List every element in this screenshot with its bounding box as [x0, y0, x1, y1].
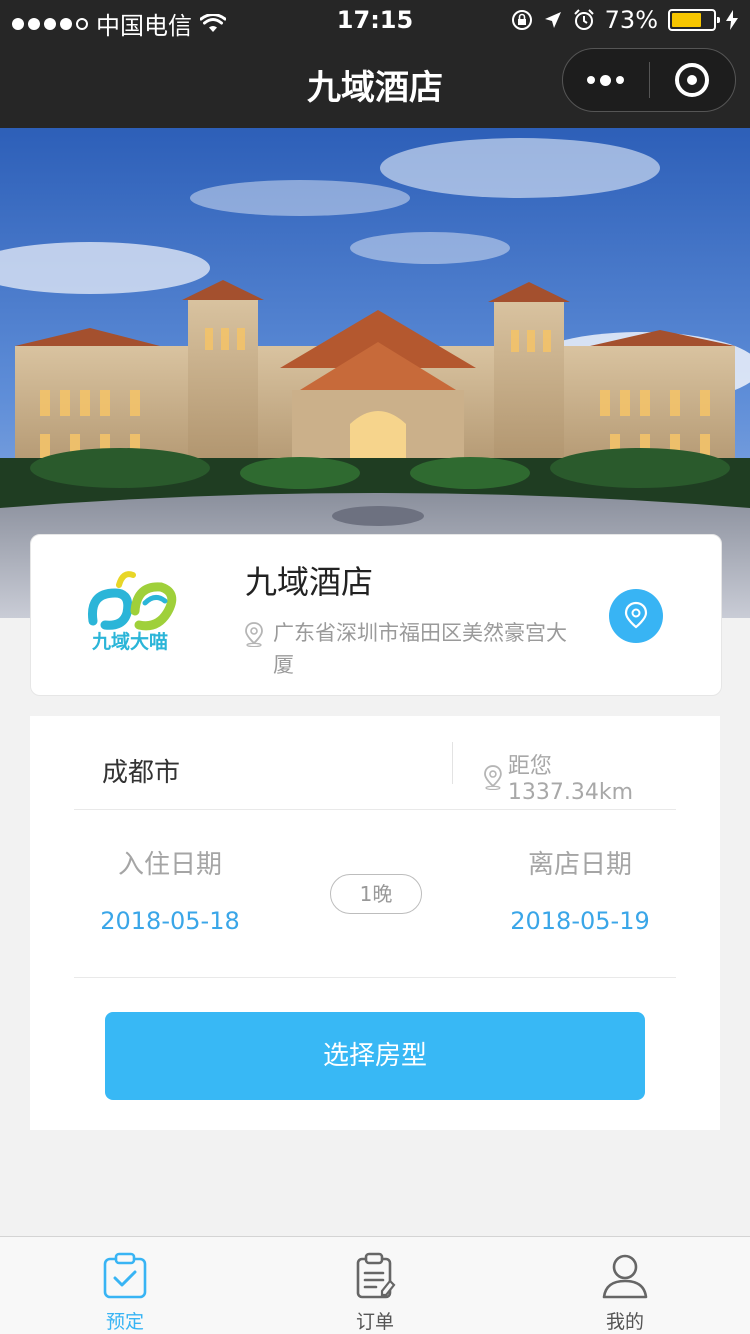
- target-circle-icon[interactable]: [650, 49, 736, 111]
- city-divider: [452, 742, 453, 784]
- booking-panel: 成都市 距您1337.34km 入住日期 2018-05-18 1晚 离店日期 …: [30, 716, 720, 1130]
- distance-text: 距您1337.34km: [507, 754, 634, 805]
- location-pin-icon[interactable]: [609, 589, 663, 643]
- hotel-address: 广东省深圳市福田区美然豪宫大厦: [243, 617, 583, 681]
- checkin-date: 2018-05-18: [100, 907, 240, 935]
- checkout-picker[interactable]: 离店日期 2018-05-19: [500, 844, 660, 935]
- distance-pin-icon: [484, 764, 502, 790]
- checkout-label: 离店日期: [527, 850, 632, 880]
- select-room-button[interactable]: 选择房型: [105, 1012, 645, 1100]
- city-selector[interactable]: 成都市: [102, 752, 180, 789]
- hotel-logo-text: 九域大喵: [91, 631, 168, 653]
- status-right: 73%: [511, 6, 738, 34]
- mini-program-capsule: [562, 48, 736, 112]
- distance-info: 距您1337.34km: [482, 748, 676, 805]
- tab-label: 预定: [105, 1311, 144, 1333]
- hotel-logo: 九域大喵: [75, 563, 185, 659]
- status-bar: 中国电信 17:15 73%: [0, 0, 750, 40]
- location-arrow-icon: [544, 12, 561, 28]
- hotel-name: 九域酒店: [245, 563, 374, 601]
- checkin-label: 入住日期: [117, 850, 222, 880]
- battery-icon: [668, 9, 720, 31]
- checkin-picker[interactable]: 入住日期 2018-05-18: [90, 844, 250, 935]
- checkout-date: 2018-05-19: [510, 907, 650, 935]
- user-icon: [602, 1254, 648, 1299]
- tab-booking[interactable]: 预定: [0, 1237, 250, 1334]
- charging-bolt-icon: [726, 10, 738, 30]
- nights-badge: 1晚: [330, 874, 422, 914]
- battery-level: [672, 13, 702, 27]
- rotation-lock-icon: [511, 10, 532, 30]
- city-row: 成都市 距您1337.34km: [74, 716, 676, 810]
- hotel-info-card: 九域大喵 九域酒店 广东省深圳市福田区美然豪宫大厦: [30, 534, 722, 696]
- alarm-clock-icon: [573, 9, 594, 30]
- tab-orders[interactable]: 订单: [250, 1237, 500, 1334]
- tab-label: 我的: [605, 1311, 644, 1333]
- battery-percent: 73%: [604, 6, 658, 34]
- hotel-address-text: 广东省深圳市福田区美然豪宫大厦: [273, 621, 567, 677]
- clipboard-check-icon: [103, 1252, 147, 1299]
- tab-label: 订单: [355, 1311, 394, 1333]
- nav-bar: 九域酒店: [0, 40, 750, 128]
- order-list-icon: [356, 1252, 396, 1299]
- tab-bar: 预定 订单 我的: [0, 1236, 750, 1334]
- more-dots-icon[interactable]: [563, 49, 649, 111]
- address-pin-icon: [245, 622, 263, 647]
- tab-profile[interactable]: 我的: [500, 1237, 750, 1334]
- date-row: 入住日期 2018-05-18 1晚 离店日期 2018-05-19: [74, 810, 676, 978]
